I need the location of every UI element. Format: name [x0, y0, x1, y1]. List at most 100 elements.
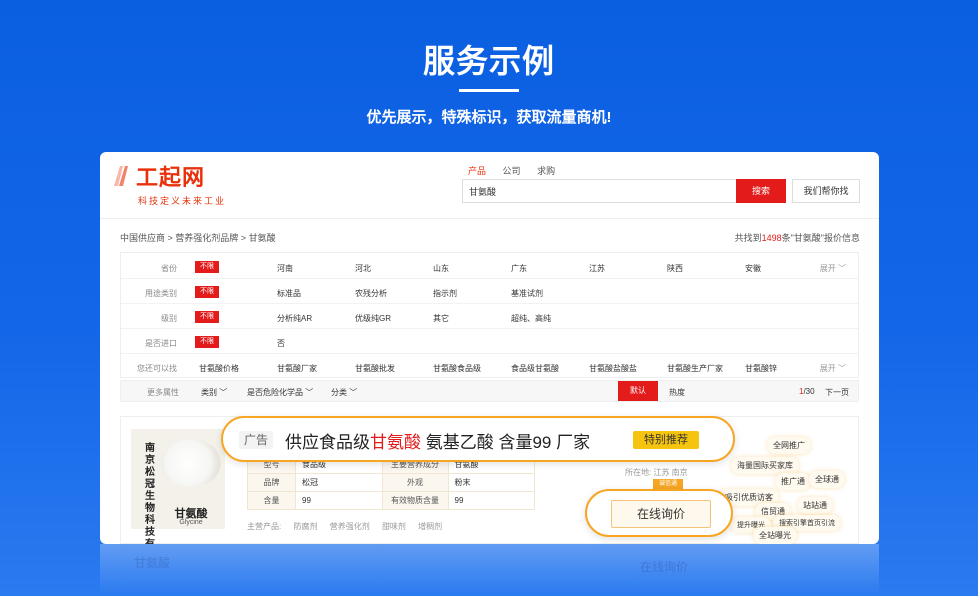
filter-option[interactable]: 广东 [511, 263, 527, 274]
filter-panel: 省份 不限 河南 河北 山东 广东 江苏 陕西 安徽 展开 ﹀ 用途类别 不限 … [120, 252, 859, 378]
service-tag: 全球通 [809, 471, 845, 488]
filter-option[interactable]: 指示剂 [433, 288, 457, 299]
logo-text: 工起网 [136, 165, 206, 190]
spec-key: 含量 [247, 491, 296, 510]
service-tag: 站站通 [797, 497, 833, 514]
filter-option[interactable]: 安徽 [745, 263, 761, 274]
results-prefix: 共找到 [734, 233, 762, 243]
expand-label: 展开 [819, 264, 836, 273]
related-link[interactable]: 甘氨酸批发 [355, 363, 395, 374]
filter-option[interactable]: 陕西 [667, 263, 683, 274]
dropdown-label: 是否危险化学品 [247, 388, 303, 397]
spec-key: 外观 [381, 473, 449, 492]
search-input[interactable]: 甘氨酸 [462, 179, 737, 203]
main-products: 主营产品: 防腐剂 营养强化剂 甜味剂 增稠剂 [247, 521, 452, 532]
category-dropdown[interactable]: 类别 ﹀ [201, 387, 227, 398]
filter-label: 是否进口 [145, 339, 177, 348]
main-product-link[interactable]: 营养强化剂 [330, 522, 370, 531]
sort-default-button[interactable]: 默认 [618, 381, 658, 401]
expand-link[interactable]: 展开 ﹀ [820, 263, 846, 274]
location-text: 所在地: 江苏 南京 [625, 468, 688, 477]
next-page-button[interactable]: 下一页 [825, 387, 849, 398]
filter-option[interactable]: 江苏 [589, 263, 605, 274]
chevron-down-icon: ﹀ [305, 388, 314, 397]
related-link[interactable]: 甘氨酸锌 [745, 363, 777, 374]
filter-option[interactable]: 优级纯GR [355, 313, 391, 324]
related-link[interactable]: 甘氨酸盐酸盐 [589, 363, 637, 374]
dropdown-label: 类别 [201, 388, 217, 397]
recommend-badge: 特别推荐 [633, 431, 699, 449]
filter-any-badge[interactable]: 不限 [195, 286, 219, 298]
expand-label: 展开 [819, 364, 836, 373]
filter-row-grade: 级别 不限 分析纯AR 优级纯GR 其它 超纯、高纯 [121, 305, 858, 329]
sort-hot-button[interactable]: 热度 [669, 387, 685, 398]
ad-callout[interactable]: 广告 供应食品级甘氨酸 氨基乙酸 含量99 厂家 特别推荐 [221, 416, 735, 462]
chevron-down-icon: ﹀ [219, 388, 228, 397]
filter-any-badge[interactable]: 不限 [195, 311, 219, 323]
hazard-dropdown[interactable]: 是否危险化学品 ﹀ [247, 387, 313, 398]
main-product-link[interactable]: 增稠剂 [418, 522, 442, 531]
spec-value: 粉末 [447, 473, 535, 492]
related-link[interactable]: 甘氨酸生产厂家 [667, 363, 723, 374]
results-count: 共找到1498条"甘氨酸"报价信息 [735, 231, 860, 244]
dropdown-label: 分类 [331, 388, 347, 397]
related-link[interactable]: 甘氨酸食品级 [433, 363, 481, 374]
company-vertical-text: 南京松冠生物科技有限 [145, 443, 155, 544]
filter-option[interactable]: 超纯、高纯 [511, 313, 551, 324]
main-product-link[interactable]: 防腐剂 [293, 522, 317, 531]
spec-value: 99 [295, 491, 383, 510]
ad-text-highlight: 甘氨酸 [370, 433, 421, 452]
breadcrumb-item[interactable]: 中国供应商 [120, 233, 165, 243]
service-tag: 全站曝光 [753, 527, 797, 544]
site-logo[interactable]: 工起网 科技定义未来工业 [114, 160, 227, 207]
service-tag: 推广通 [775, 473, 811, 490]
related-link[interactable]: 甘氨酸厂家 [277, 363, 317, 374]
filter-option[interactable]: 农残分析 [355, 288, 387, 299]
classification-dropdown[interactable]: 分类 ﹀ [331, 387, 357, 398]
results-suffix: 条"甘氨酸"报价信息 [781, 233, 860, 243]
filter-option[interactable]: 山东 [433, 263, 449, 274]
breadcrumb-item[interactable]: 营养强化剂品牌 [175, 233, 238, 243]
powder-image [161, 439, 221, 487]
title-divider [459, 89, 519, 92]
ad-title[interactable]: 供应食品级甘氨酸 氨基乙酸 含量99 厂家 [285, 428, 590, 453]
filter-any-badge[interactable]: 不限 [195, 336, 219, 348]
page-total: /30 [803, 387, 815, 396]
filter-option[interactable]: 其它 [433, 313, 449, 324]
tab-products[interactable]: 产品 [468, 166, 486, 176]
chevron-down-icon: ﹀ [349, 388, 358, 397]
filter-label: 您还可以找 [137, 364, 177, 373]
breadcrumb-item: 甘氨酸 [248, 233, 276, 243]
filter-row-usage: 用途类别 不限 标准品 农残分析 指示剂 基准试剂 [121, 280, 858, 304]
filter-option[interactable]: 标准品 [277, 288, 301, 299]
tab-companies[interactable]: 公司 [503, 166, 521, 176]
online-inquiry-button[interactable]: 在线询价 [611, 500, 711, 528]
filter-option[interactable]: 河南 [277, 263, 293, 274]
more-attributes-label: 更多属性 [147, 388, 179, 397]
filter-option[interactable]: 否 [277, 338, 285, 349]
main-product-link[interactable]: 甜味剂 [382, 522, 406, 531]
filter-option[interactable]: 河北 [355, 263, 371, 274]
tab-buying[interactable]: 求购 [537, 166, 555, 176]
breadcrumb-separator: > [165, 233, 176, 243]
card-reflection: 甘氨酸 在线询价 [100, 544, 879, 596]
table-row: 品牌 松冠 外观 粉末 [247, 473, 535, 492]
product-image[interactable]: 南京松冠生物科技有限 甘氨酸 Glycine [131, 429, 225, 544]
chevron-down-icon: ﹀ [838, 364, 846, 373]
related-link[interactable]: 食品级甘氨酸 [511, 363, 559, 374]
filter-any-badge[interactable]: 不限 [195, 261, 219, 273]
spec-key: 品牌 [247, 473, 296, 492]
search-button[interactable]: 搜索 [736, 179, 786, 203]
filter-option[interactable]: 分析纯AR [277, 313, 312, 324]
help-find-button[interactable]: 我们帮你找 [792, 179, 860, 203]
chevron-down-icon: ﹀ [838, 264, 846, 273]
service-tag: 全网推广 [767, 437, 811, 454]
example-card: 工起网 科技定义未来工业 产品 公司 求购 甘氨酸 搜索 我们帮你找 中国供应商… [100, 152, 879, 544]
related-link[interactable]: 甘氨酸价格 [199, 363, 239, 374]
filter-option[interactable]: 基准试剂 [511, 288, 543, 299]
sort-bar: 更多属性 类别 ﹀ 是否危险化学品 ﹀ 分类 ﹀ 默认 热度 1/30 下一页 [120, 380, 859, 402]
filter-label: 用途类别 [145, 289, 177, 298]
filter-label: 级别 [161, 314, 177, 323]
expand-link[interactable]: 展开 ﹀ [820, 363, 846, 374]
logo-slogan: 科技定义未来工业 [138, 196, 227, 206]
